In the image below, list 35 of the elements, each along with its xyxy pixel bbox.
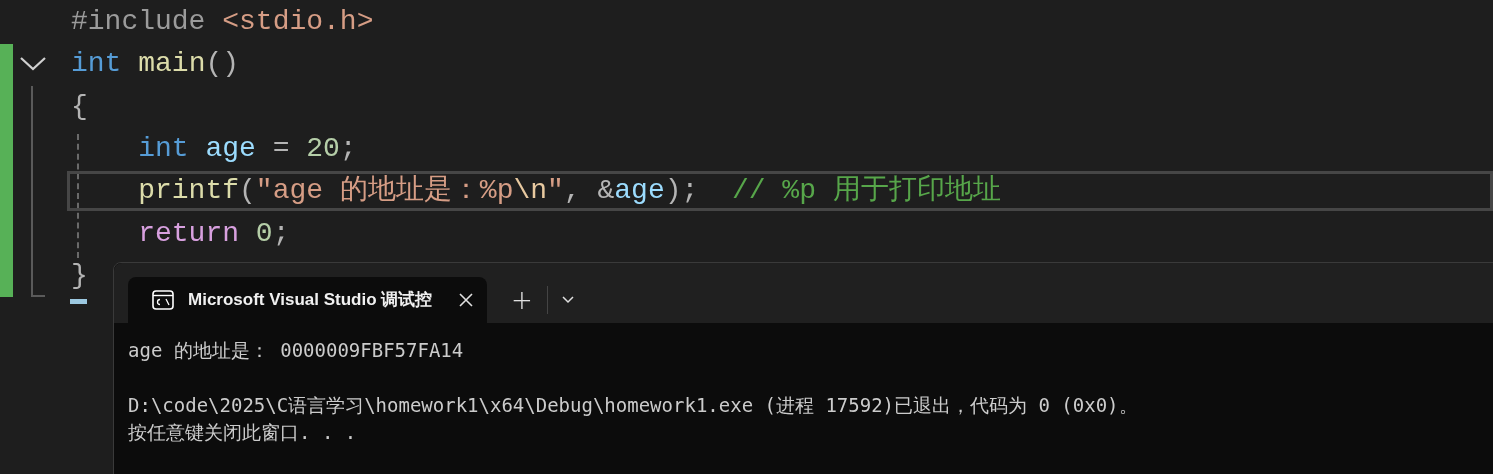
code-token: ); [664, 174, 700, 209]
code-token: , & [563, 174, 615, 209]
code-token: " [547, 174, 564, 209]
output-line: age 的地址是： 0000009FBF57FA14 [128, 338, 465, 363]
code-token: \n [513, 174, 548, 209]
console-icon [152, 290, 174, 310]
code-token: () [205, 47, 240, 82]
code-token: ( [239, 174, 256, 209]
code-token: <stdio.h> [222, 5, 374, 40]
code-token: #include [71, 5, 207, 40]
code-token: 0 [255, 216, 273, 251]
text-cursor [70, 299, 87, 304]
code-token: 20 [306, 132, 340, 167]
code-token: = [271, 132, 291, 167]
terminal-tab[interactable]: Microsoft Visual Studio 调试控 [128, 277, 487, 323]
output-line: D:\code\2025\C语言学习\homework1\x64\Debug\homework1.exe (进程 17592)已退出，代码为 0 (0x0)。 [128, 393, 1139, 418]
dropdown-icon[interactable] [561, 296, 574, 304]
code-token: // %p 用于打印地址 [731, 174, 1001, 209]
code-token: ; [272, 216, 290, 251]
code-token: age [205, 132, 256, 167]
collapse-icon[interactable] [20, 57, 46, 72]
code-token: ; [339, 132, 357, 167]
code-token: "age 的地址是：%p [255, 174, 514, 209]
code-token: return [138, 216, 240, 251]
tab-title: Microsoft Visual Studio 调试控 [188, 289, 434, 312]
code-token: main [138, 47, 206, 82]
output-line: 按任意键关闭此窗口. . . [128, 420, 358, 445]
code-token: int [71, 47, 123, 82]
new-tab-button[interactable]: + [511, 287, 533, 313]
code-token: { [71, 89, 88, 124]
code-token: int [138, 132, 190, 167]
code-token: age [614, 174, 665, 209]
code-token: printf [138, 174, 239, 209]
code-token: } [71, 258, 88, 293]
close-icon[interactable] [459, 293, 473, 307]
